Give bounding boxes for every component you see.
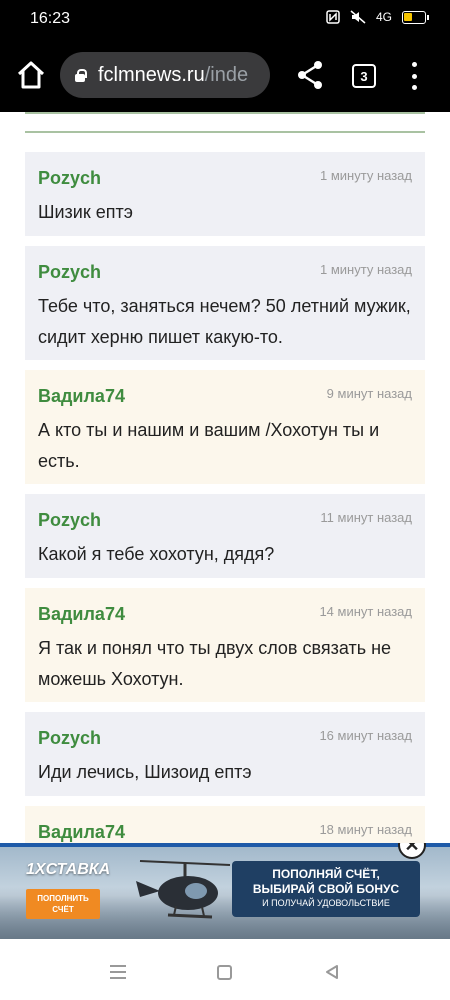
comment-card: Pozych 11 минут назад Какой я тебе хохот… bbox=[25, 494, 425, 578]
battery-icon bbox=[402, 10, 429, 24]
comment-author[interactable]: Pozych bbox=[38, 168, 101, 189]
recents-button[interactable] bbox=[110, 965, 126, 979]
comment-text: Какой я тебе хохотун, дядя? bbox=[38, 544, 275, 564]
share-icon[interactable] bbox=[296, 60, 324, 90]
comment-author[interactable]: Pozych bbox=[38, 728, 101, 749]
ad-line-3: И ПОЛУЧАЙ УДОВОЛЬСТВИЕ bbox=[262, 898, 390, 908]
url-host: fclmnews.ru bbox=[98, 63, 205, 86]
comment-author[interactable]: Вадила74 bbox=[38, 604, 125, 625]
comment-time: 9 минут назад bbox=[326, 386, 412, 401]
tab-switcher-button[interactable]: 3 bbox=[352, 64, 376, 88]
comment-card: Вадила74 14 минут назад Я так и понял чт… bbox=[25, 588, 425, 702]
ad-banner[interactable]: 1XСТАВКА ПОПОЛНИТЬ СЧЁТ ПОПОЛНЯЙ СЧЁТ, В… bbox=[0, 843, 450, 939]
ad-cta-button[interactable]: ПОПОЛНИТЬ СЧЁТ bbox=[26, 889, 100, 919]
comment-card: Pozych 16 минут назад Иди лечись, Шизоид… bbox=[25, 712, 425, 796]
comment-time: 18 минут назад bbox=[319, 822, 412, 837]
comment-card: Вадила74 9 минут назад А кто ты и нашим … bbox=[25, 370, 425, 484]
ad-line-2: ВЫБИРАЙ СВОЙ БОНУС bbox=[252, 882, 400, 896]
screen: 16:23 4G fclmnews.ru/inde 3 Pozych 1 мин… bbox=[0, 0, 450, 1000]
mute-icon bbox=[350, 10, 366, 24]
status-time: 16:23 bbox=[30, 10, 71, 27]
back-icon[interactable] bbox=[324, 964, 340, 980]
status-bar: 16:23 4G bbox=[0, 0, 450, 38]
comment-author[interactable]: Вадила74 bbox=[38, 822, 125, 843]
divider bbox=[25, 112, 425, 114]
lock-icon bbox=[74, 68, 87, 82]
comment-author[interactable]: Pozych bbox=[38, 510, 101, 531]
divider bbox=[25, 131, 425, 133]
ad-close-icon[interactable]: ✕ bbox=[398, 843, 426, 859]
comment-author[interactable]: Вадила74 bbox=[38, 386, 125, 407]
comment-card: Pozych 1 минуту назад Тебе что, заняться… bbox=[25, 246, 425, 360]
ad-line-1: ПОПОЛНЯЙ СЧЁТ, bbox=[272, 867, 380, 881]
comment-text: Шизик ептэ bbox=[38, 202, 133, 222]
comment-time: 16 минут назад bbox=[319, 728, 412, 743]
system-nav-bar bbox=[0, 939, 450, 1000]
home-nav-button[interactable] bbox=[217, 965, 232, 980]
comment-card: Pozych 1 минуту назад Шизик ептэ bbox=[25, 152, 425, 236]
comment-time: 1 минуту назад bbox=[320, 168, 412, 183]
ad-message-panel: ПОПОЛНЯЙ СЧЁТ, ВЫБИРАЙ СВОЙ БОНУС И ПОЛУ… bbox=[232, 861, 420, 917]
home-button[interactable] bbox=[14, 58, 48, 92]
comment-time: 1 минуту назад bbox=[320, 262, 412, 277]
more-menu-icon[interactable] bbox=[406, 62, 422, 90]
nfc-icon bbox=[326, 10, 340, 24]
ad-logo: 1XСТАВКА bbox=[26, 861, 111, 878]
comment-text: Тебе что, заняться нечем? 50 летний мужи… bbox=[38, 296, 411, 347]
url-path: /inde bbox=[204, 63, 249, 86]
comment-text: Я так и понял что ты двух слов связать н… bbox=[38, 638, 392, 689]
helicopter-icon bbox=[136, 860, 231, 919]
comment-author[interactable]: Pozych bbox=[38, 262, 101, 283]
status-icons: 4G bbox=[326, 10, 429, 24]
address-bar[interactable]: fclmnews.ru/inde bbox=[60, 52, 270, 98]
comment-time: 14 минут назад bbox=[319, 604, 412, 619]
comment-text: А кто ты и нашим и вашим /Хохотун ты и е… bbox=[38, 420, 380, 471]
comment-time: 11 минут назад bbox=[320, 510, 412, 525]
comment-text: Иди лечись, Шизоид ептэ bbox=[38, 762, 252, 782]
ad-border bbox=[0, 843, 450, 847]
signal-4g-icon: 4G bbox=[375, 10, 392, 24]
browser-toolbar: fclmnews.ru/inde 3 bbox=[0, 38, 450, 112]
